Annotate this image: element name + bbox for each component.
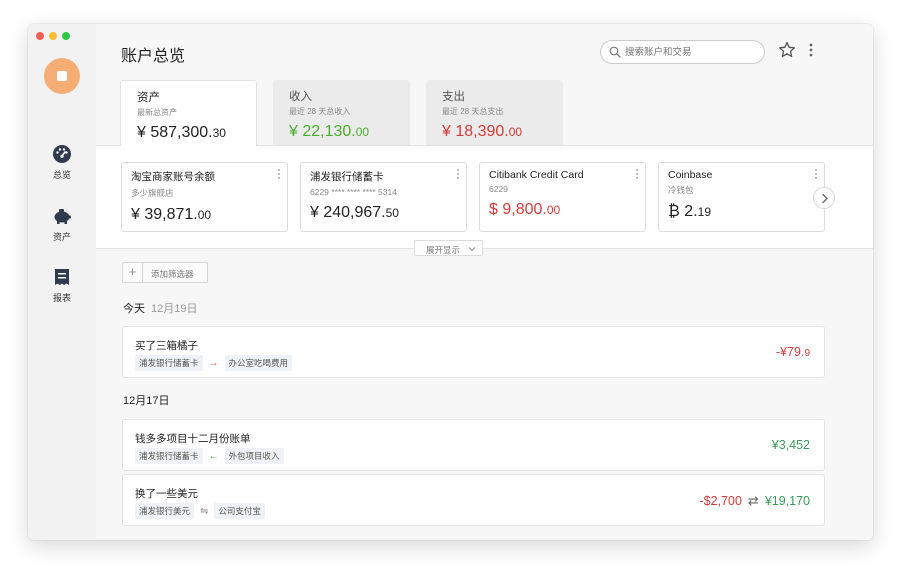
search-input[interactable]	[625, 44, 759, 60]
account-card[interactable]: 浦发银行储蓄卡 6229 **** **** **** 5314 ¥ 240,9…	[300, 162, 467, 232]
account-name: Citibank Credit Card	[489, 169, 584, 181]
close-window-button[interactable]	[36, 32, 44, 40]
sidebar-item-assets[interactable]: 资产	[28, 206, 96, 243]
chevron-down-icon	[468, 247, 476, 252]
sidebar-item-label: 总览	[52, 170, 71, 180]
tab-label: 资产	[137, 92, 160, 104]
transaction-name: 买了三箱橘子	[135, 340, 198, 352]
page-title: 账户总览	[121, 48, 186, 65]
arrow-right-icon: →	[208, 357, 219, 369]
account-cards-strip: 淘宝商家账号余额 多少旗舰店 ¥ 39,871.00 浦发银行储蓄卡 6229 …	[96, 145, 873, 249]
sidebar-item-reports[interactable]: 报表	[28, 267, 96, 304]
account-name: Coinbase	[668, 169, 713, 181]
exchange-amounts: -$2,700 ⇄ ¥19,170	[700, 493, 811, 509]
tab-value: ¥ 18,390.00	[442, 123, 523, 140]
transaction-amount: -¥79.9	[775, 345, 810, 359]
tab-label: 收入	[289, 91, 312, 103]
account-balance: $ 9,800.00	[489, 201, 561, 218]
date-group-title: 12月17日	[123, 395, 170, 407]
arrow-left-icon: ←	[208, 450, 219, 462]
tab-income[interactable]: 收入 最近 28 天总收入 ¥ 22,130.00	[273, 80, 410, 145]
card-menu-icon[interactable]	[636, 169, 639, 181]
account-subtitle: 6229 **** **** **** 5314	[310, 187, 397, 197]
transaction-row[interactable]: 买了三箱橘子 浦发银行储蓄卡 → 办公室吃喝费用 -¥79.9	[122, 326, 825, 378]
next-accounts-button[interactable]	[813, 187, 835, 209]
tab-sublabel: 最近 28 天总收入	[289, 107, 351, 116]
account-name: 淘宝商家账号余额	[131, 171, 215, 183]
card-menu-icon[interactable]	[457, 169, 460, 181]
sidebar-item-overview[interactable]: 总览	[28, 144, 96, 181]
amount-out: -$2,700	[699, 494, 742, 508]
expand-label: 展开显示	[426, 245, 461, 255]
maximize-window-button[interactable]	[62, 32, 70, 40]
date-group-header: 今天 12月19日	[123, 300, 197, 316]
source-account-chip[interactable]: 浦发银行美元	[135, 503, 195, 519]
category-chip[interactable]: 外包项目收入	[224, 448, 284, 464]
plus-icon: +	[123, 263, 143, 282]
star-icon[interactable]	[778, 41, 796, 59]
avatar[interactable]	[44, 58, 80, 94]
card-menu-icon[interactable]	[815, 169, 818, 181]
account-card[interactable]: Citibank Credit Card 6229 $ 9,800.00	[479, 162, 646, 232]
source-account-chip[interactable]: 浦发银行储蓄卡	[135, 355, 203, 371]
tab-value: ¥ 22,130.00	[289, 123, 370, 140]
transaction-flow: 浦发银行储蓄卡 → 办公室吃喝费用	[135, 355, 293, 371]
date-group-date: 12月19日	[151, 303, 198, 315]
transaction-flow: 浦发银行储蓄卡 ← 外包项目收入	[135, 448, 284, 464]
amount-in: ¥19,170	[764, 494, 810, 508]
category-chip[interactable]: 办公室吃喝费用	[224, 355, 293, 371]
expand-accounts-button[interactable]: 展开显示	[414, 240, 483, 256]
tab-label: 支出	[442, 91, 465, 103]
destination-account-chip[interactable]: 公司支付宝	[214, 503, 265, 519]
tab-sublabel: 最近 28 天总支出	[442, 107, 504, 116]
account-balance: ¥ 39,871.00	[131, 206, 212, 223]
add-filter-button[interactable]: + 添加筛选器	[122, 262, 208, 283]
account-subtitle: 冷钱包	[668, 185, 694, 195]
more-vertical-icon[interactable]	[808, 42, 814, 58]
exchange-icon: ⇄	[747, 493, 759, 508]
tab-sublabel: 最新总资产	[137, 108, 177, 117]
account-balance: ¥ 240,967.50	[310, 204, 399, 221]
app-window: 总览 资产 报表 账户总览 搜索账户和交易 资产 最新总资产 ¥ 587,300…	[28, 24, 873, 540]
transaction-name: 钱多多项目十二月份账单	[135, 433, 251, 445]
account-card[interactable]: 淘宝商家账号余额 多少旗舰店 ¥ 39,871.00	[121, 162, 288, 232]
sidebar: 总览 资产 报表	[28, 24, 96, 540]
avatar-glyph	[57, 71, 67, 81]
sidebar-item-label: 报表	[52, 293, 71, 303]
window-controls	[36, 32, 70, 40]
main-content: 账户总览 资产 最新总资产 ¥ 587,300.30 收入	[96, 24, 873, 540]
account-balance: ₿ 2.19	[668, 203, 711, 220]
chevron-right-icon	[822, 193, 828, 204]
transaction-row[interactable]: 换了一些美元 浦发银行美元 ⇋ 公司支付宝 -$2,700 ⇄ ¥19,170	[122, 474, 825, 526]
account-subtitle: 多少旗舰店	[131, 188, 174, 198]
tab-assets[interactable]: 资产 最新总资产 ¥ 587,300.30	[120, 80, 257, 146]
account-card[interactable]: Coinbase 冷钱包 ₿ 2.19	[658, 162, 825, 232]
date-group-title: 今天	[123, 303, 145, 315]
minimize-window-button[interactable]	[49, 32, 57, 40]
date-group-header: 12月17日	[123, 392, 169, 408]
card-menu-icon[interactable]	[278, 169, 281, 181]
transaction-name: 换了一些美元	[135, 488, 198, 500]
header: 账户总览 资产 最新总资产 ¥ 587,300.30 收入	[96, 24, 873, 146]
sidebar-item-label: 资产	[52, 232, 71, 242]
add-filter-label: 添加筛选器	[151, 269, 194, 279]
account-name: 浦发银行储蓄卡	[310, 171, 384, 183]
tab-expense[interactable]: 支出 最近 28 天总支出 ¥ 18,390.00	[426, 80, 563, 145]
dashboard-gauge-icon	[53, 145, 71, 163]
account-subtitle: 6229	[489, 184, 508, 194]
receipt-report-icon	[55, 269, 69, 285]
piggy-bank-icon	[54, 209, 71, 224]
transaction-row[interactable]: 钱多多项目十二月份账单 浦发银行储蓄卡 ← 外包项目收入 ¥3,452	[122, 419, 825, 471]
transaction-flow: 浦发银行美元 ⇋ 公司支付宝	[135, 503, 265, 519]
search-box[interactable]	[600, 40, 765, 64]
tab-value: ¥ 587,300.30	[137, 124, 226, 141]
exchange-arrows-icon: ⇋	[200, 505, 209, 517]
destination-account-chip[interactable]: 浦发银行储蓄卡	[135, 448, 203, 464]
search-icon	[609, 46, 621, 58]
transaction-amount: ¥3,452	[771, 438, 810, 452]
